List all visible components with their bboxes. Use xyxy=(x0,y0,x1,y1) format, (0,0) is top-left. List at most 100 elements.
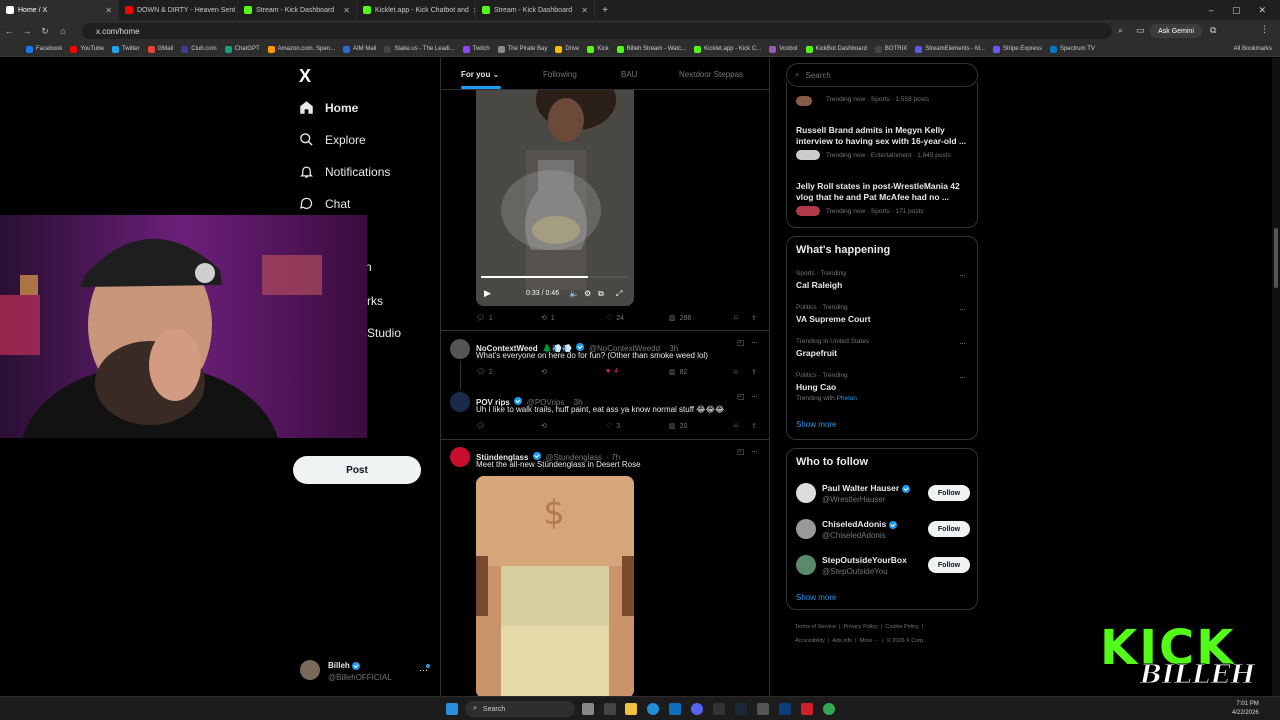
tab-bau[interactable]: BAU xyxy=(621,70,637,79)
browser-tab[interactable]: Stream - Kick Dashboard ✕ xyxy=(476,0,595,20)
repost-button[interactable]: ⟲ 1 xyxy=(541,314,555,323)
bookmark-item[interactable]: KickBot Dashboard xyxy=(805,45,867,53)
avatar[interactable] xyxy=(300,660,320,680)
tab-following[interactable]: Following xyxy=(543,70,577,79)
file-explorer-icon[interactable] xyxy=(625,703,637,715)
chrome-icon[interactable] xyxy=(823,703,835,715)
app-icon[interactable] xyxy=(801,703,813,715)
outlook-icon[interactable] xyxy=(669,703,681,715)
ask-gemini-button[interactable]: Ask Gemini xyxy=(1150,24,1202,38)
bookmark-item[interactable]: GMail xyxy=(147,45,173,53)
browser-tab[interactable]: Home / X ✕ xyxy=(0,0,119,20)
bookmark-item[interactable]: Spectrum TV xyxy=(1049,45,1095,53)
fullscreen-icon[interactable]: ⤢ xyxy=(616,289,622,299)
back-icon[interactable]: ← xyxy=(0,26,18,36)
app-icon[interactable] xyxy=(757,703,769,715)
close-tab-icon[interactable]: ✕ xyxy=(581,6,588,15)
views-button[interactable]: ▥ 288 xyxy=(669,314,691,323)
sidebar-item-home[interactable]: Home xyxy=(299,100,358,115)
avatar[interactable] xyxy=(796,519,816,539)
widgets-icon[interactable] xyxy=(604,703,616,715)
browser-tab[interactable]: DOWN & DIRTY - Heaven Sent✕ xyxy=(119,0,238,20)
page-scrollbar[interactable] xyxy=(1272,58,1280,696)
like-button[interactable]: ♥ 4 xyxy=(606,368,618,375)
bookmark-item[interactable]: The Pirate Bay xyxy=(497,45,547,53)
bookmark-icon[interactable]: ⌑ xyxy=(734,422,738,430)
footer-link[interactable]: Terms of Service xyxy=(795,624,836,630)
show-more-link[interactable]: Show more xyxy=(796,420,836,429)
extensions-icon[interactable]: ⧉ xyxy=(1210,25,1216,36)
footer-link[interactable]: Accessibility xyxy=(795,638,825,644)
taskbar-search[interactable]: ⌕ Search xyxy=(465,701,575,717)
video-progress-track[interactable] xyxy=(481,276,629,278)
footer-link[interactable]: Ads info xyxy=(832,638,852,644)
reply-button[interactable]: 💬︎ 2 xyxy=(476,368,493,377)
trend-title[interactable]: Russell Brand admits in Megyn Kelly inte… xyxy=(796,125,972,147)
footer-link[interactable]: More ··· xyxy=(860,638,880,644)
like-button[interactable]: ♡ 3 xyxy=(606,422,620,431)
bookmark-item[interactable]: AIM Mail xyxy=(343,45,376,53)
windows-start-icon[interactable] xyxy=(446,703,458,715)
user-name[interactable]: ChiseledAdonis xyxy=(822,519,897,529)
bookmark-item[interactable]: ChatGPT xyxy=(224,45,260,53)
repost-button[interactable]: ⟲ xyxy=(541,368,551,376)
url-input[interactable]: x.com/home xyxy=(82,23,1112,39)
new-tab-button[interactable]: + xyxy=(595,5,615,16)
more-icon[interactable]: ··· xyxy=(751,337,758,347)
bookmark-item[interactable]: Kick xyxy=(587,45,609,53)
volume-icon[interactable]: 🔈 xyxy=(569,289,579,298)
forward-icon[interactable]: → xyxy=(18,26,36,36)
share-icon[interactable]: ⇪ xyxy=(751,422,757,430)
sidebar-item-explore[interactable]: Explore xyxy=(299,132,366,147)
home-icon[interactable]: ⌂ xyxy=(54,26,72,36)
play-icon[interactable]: ▶ xyxy=(484,288,491,299)
bookmark-item[interactable]: Drive xyxy=(555,45,579,53)
trend-title[interactable]: Hung Cao xyxy=(796,382,836,392)
bookmark-item[interactable]: Kicklet.app - Kick C... xyxy=(694,45,761,53)
trend-title[interactable]: Cal Raleigh xyxy=(796,280,842,290)
cast-icon[interactable]: ▭ xyxy=(1136,25,1145,36)
bookmark-item[interactable]: Facebook xyxy=(26,45,62,53)
settings-icon[interactable]: ⚙ xyxy=(584,289,591,298)
views-button[interactable]: ▥ 20 xyxy=(669,422,687,431)
bookmark-item[interactable]: Amazon.com. Spen... xyxy=(267,45,335,53)
like-button[interactable]: ♡ 24 xyxy=(606,314,624,323)
views-button[interactable]: ▥ 82 xyxy=(669,368,687,377)
bookmark-item[interactable]: Twitter xyxy=(111,45,140,53)
more-icon[interactable]: ··· xyxy=(959,270,966,280)
avatar[interactable] xyxy=(450,339,470,359)
close-tab-icon[interactable]: ✕ xyxy=(343,6,350,15)
trend-title[interactable]: Grapefruit xyxy=(796,348,837,358)
trend-link[interactable]: Phelan xyxy=(837,395,857,402)
avatar[interactable] xyxy=(796,555,816,575)
more-icon[interactable]: ··· xyxy=(959,304,966,314)
share-icon[interactable]: ⇪ xyxy=(751,368,757,376)
bookmark-icon[interactable]: ⌑ xyxy=(734,314,738,322)
avatar[interactable] xyxy=(796,483,816,503)
x-logo[interactable]: X xyxy=(299,66,311,87)
more-icon[interactable]: ··· xyxy=(959,372,966,382)
menu-icon[interactable]: ⋮ xyxy=(1260,24,1269,35)
bookmark-item[interactable]: StreamElements - M... xyxy=(915,45,985,53)
footer-link[interactable]: Cookie Policy xyxy=(885,624,918,630)
trend-title[interactable]: VA Supreme Court xyxy=(796,314,871,324)
maximize-icon[interactable]: ▢ xyxy=(1232,5,1241,16)
bookmark-item[interactable]: Voxbot xyxy=(769,45,798,53)
trend-title[interactable]: Jelly Roll states in post-WrestleMania 4… xyxy=(796,181,972,203)
zoom-icon[interactable]: ⌕ xyxy=(1118,25,1123,36)
app-icon[interactable] xyxy=(779,703,791,715)
bookmark-item[interactable]: BOTRIX xyxy=(874,45,907,53)
edge-icon[interactable] xyxy=(647,703,659,715)
bookmark-item[interactable]: Twitch xyxy=(462,45,490,53)
bookmark-item[interactable]: Stake.us - The Leadi... xyxy=(384,45,455,53)
user-name[interactable]: Paul Walter Hauser xyxy=(822,483,910,493)
share-icon[interactable]: ⇪ xyxy=(751,314,757,322)
search-input[interactable]: ⌕ Search xyxy=(786,63,978,87)
follow-button[interactable]: Follow xyxy=(928,521,970,537)
more-icon[interactable]: ··· xyxy=(751,391,758,401)
browser-tab[interactable]: Kicklet.app - Kick Chatbot and✕ xyxy=(357,0,476,20)
bookmark-item[interactable]: YouTube xyxy=(70,45,104,53)
clock[interactable]: 7:01 PM 4/22/2026 xyxy=(1232,700,1259,718)
repost-button[interactable]: ⟲ xyxy=(541,422,551,430)
more-icon[interactable]: ··· xyxy=(751,446,758,456)
